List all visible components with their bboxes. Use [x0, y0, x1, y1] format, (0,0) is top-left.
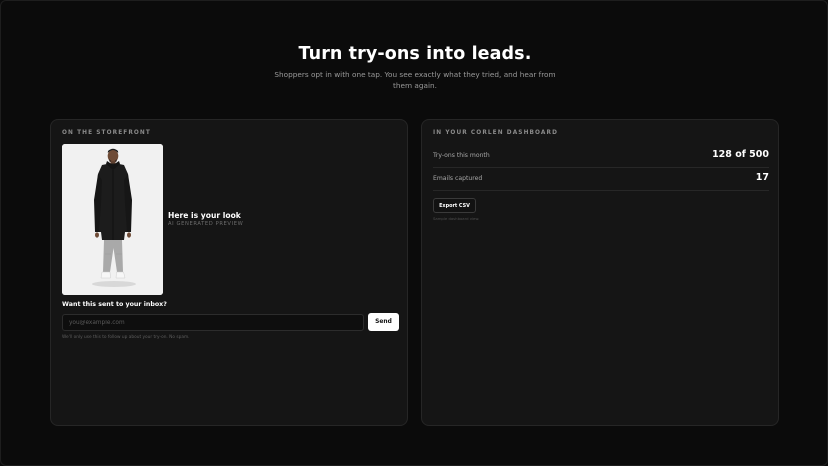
page-subtitle: Shoppers opt in with one tap. You see ex…: [274, 70, 556, 90]
email-field[interactable]: [62, 314, 364, 331]
dashboard-panel: IN YOUR CORLEN DASHBOARD Try-ons this mo…: [421, 119, 779, 426]
app-frame: Turn try-ons into leads. Shoppers opt in…: [0, 0, 828, 466]
stat-value: 128 of 500: [712, 149, 769, 160]
look-title: Here is your look: [168, 211, 241, 220]
model-wearing-coat-illustration: [62, 144, 163, 295]
stat-row-emails: Emails captured 17: [433, 168, 769, 191]
stat-row-try-ons: Try-ons this month 128 of 500: [433, 145, 769, 168]
storefront-panel-label: ON THE STOREFRONT: [62, 130, 151, 136]
consent-note: We'll only use this to follow up about y…: [62, 335, 190, 340]
stat-label: Try-ons this month: [433, 152, 490, 159]
dashboard-panel-label: IN YOUR CORLEN DASHBOARD: [433, 130, 558, 136]
ai-preview-tag: AI GENERATED PREVIEW: [168, 221, 244, 227]
stat-value: 17: [755, 172, 769, 183]
stat-label: Emails captured: [433, 175, 483, 182]
send-button[interactable]: Send: [368, 313, 399, 331]
page-title: Turn try-ons into leads.: [298, 44, 532, 64]
sample-note: Sample dashboard view.: [433, 216, 480, 221]
try-on-preview-image: [62, 144, 163, 295]
storefront-panel: ON THE STOREFRONT Here is your look AI G…: [50, 119, 408, 426]
export-csv-button[interactable]: Export CSV: [433, 198, 476, 213]
inbox-question: Want this sent to your inbox?: [62, 301, 167, 308]
